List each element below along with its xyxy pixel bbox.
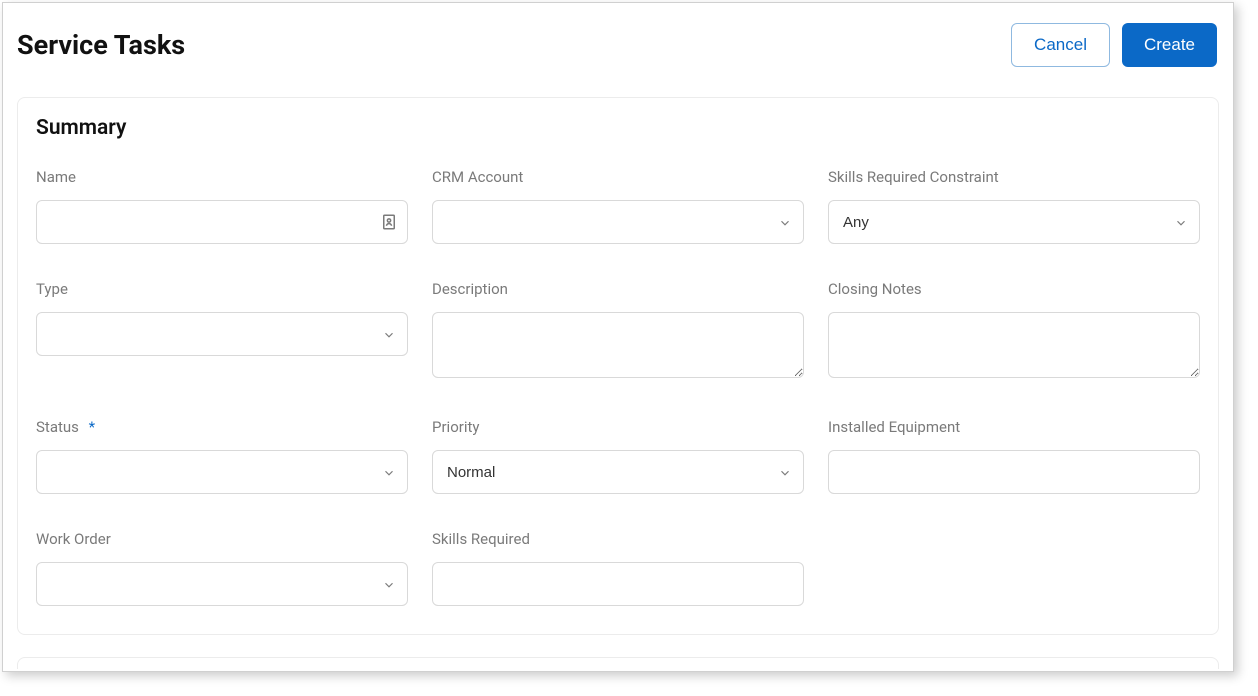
textarea-description[interactable]	[432, 312, 804, 378]
label-crm-account: CRM Account	[432, 168, 804, 186]
input-skills-required[interactable]	[432, 562, 804, 606]
location-section: Location Information	[17, 657, 1219, 669]
field-priority: Priority Normal	[432, 418, 804, 494]
select-priority[interactable]: Normal	[432, 450, 804, 494]
summary-title: Summary	[36, 116, 1200, 140]
field-skills-required: Skills Required	[432, 530, 804, 606]
page-title: Service Tasks	[17, 29, 185, 61]
label-priority: Priority	[432, 418, 804, 436]
required-indicator: *	[89, 418, 95, 436]
field-name: Name	[36, 168, 408, 244]
label-skills-required: Skills Required	[432, 530, 804, 548]
label-work-order: Work Order	[36, 530, 408, 548]
field-installed-equipment: Installed Equipment	[828, 418, 1200, 494]
label-type: Type	[36, 280, 408, 298]
label-status-text: Status	[36, 418, 79, 436]
textarea-closing-notes[interactable]	[828, 312, 1200, 378]
select-work-order[interactable]	[36, 562, 408, 606]
page-container: Service Tasks Cancel Create Summary Name	[2, 2, 1234, 672]
label-name: Name	[36, 168, 408, 186]
field-crm-account: CRM Account	[432, 168, 804, 244]
field-work-order: Work Order	[36, 530, 408, 606]
label-skills-constraint: Skills Required Constraint	[828, 168, 1200, 186]
field-type: Type	[36, 280, 408, 382]
field-closing-notes: Closing Notes	[828, 280, 1200, 382]
cancel-button[interactable]: Cancel	[1011, 23, 1110, 67]
label-closing-notes: Closing Notes	[828, 280, 1200, 298]
label-status: Status *	[36, 418, 408, 436]
page-header: Service Tasks Cancel Create	[3, 3, 1233, 79]
label-installed-equipment: Installed Equipment	[828, 418, 1200, 436]
header-actions: Cancel Create	[1011, 23, 1217, 67]
select-skills-constraint[interactable]: Any	[828, 200, 1200, 244]
field-skills-constraint: Skills Required Constraint Any	[828, 168, 1200, 244]
select-type[interactable]	[36, 312, 408, 356]
select-status[interactable]	[36, 450, 408, 494]
input-name[interactable]	[36, 200, 408, 244]
create-button[interactable]: Create	[1122, 23, 1217, 67]
field-status: Status *	[36, 418, 408, 494]
select-crm-account[interactable]	[432, 200, 804, 244]
empty-cell	[828, 530, 1200, 606]
summary-section: Summary Name	[17, 97, 1219, 635]
input-installed-equipment[interactable]	[828, 450, 1200, 494]
summary-form-grid: Name CRM Account	[36, 168, 1200, 606]
field-description: Description	[432, 280, 804, 382]
content-scroll[interactable]: Summary Name	[3, 79, 1233, 669]
label-description: Description	[432, 280, 804, 298]
